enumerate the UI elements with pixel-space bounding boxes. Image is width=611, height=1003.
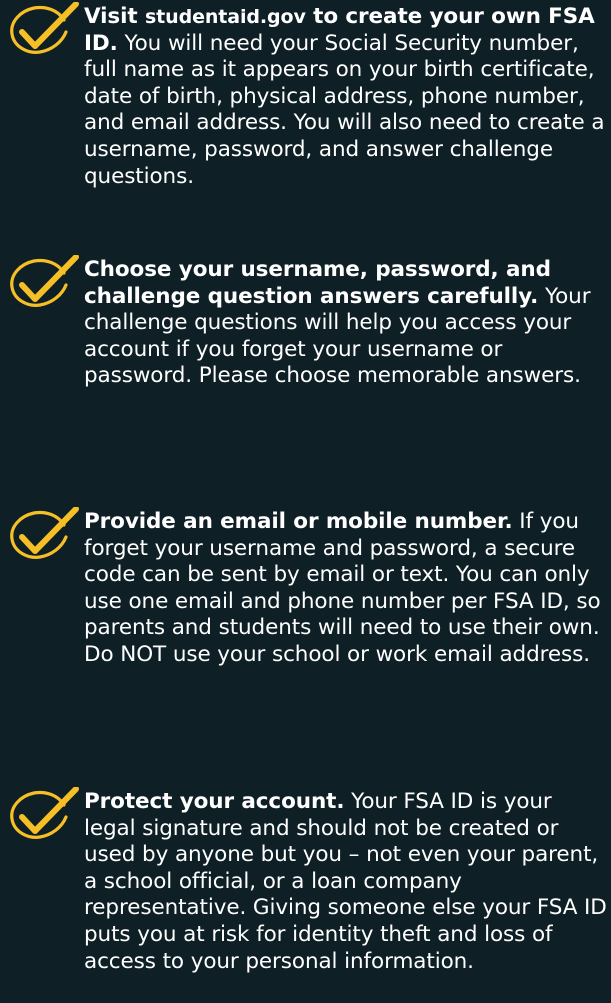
checkmark-icon: [2, 787, 80, 843]
tip-heading: Choose your username, password, and chal…: [84, 257, 551, 309]
tip-text: Choose your username, password, and chal…: [84, 257, 608, 390]
tip-body: Your FSA ID is your legal signature and …: [84, 789, 607, 974]
tip-heading-prefix: Visit: [84, 4, 145, 29]
checkmark-icon: [2, 507, 80, 563]
fsa-id-tips-page: Visit studentaid.gov to create your own …: [0, 0, 611, 1003]
tip-text: Visit studentaid.gov to create your own …: [84, 4, 608, 190]
tip-heading: Provide an email or mobile number.: [84, 509, 513, 534]
tip-text: Provide an email or mobile number. If yo…: [84, 509, 608, 669]
checkmark-icon: [2, 255, 80, 311]
tip-text: Protect your account. Your FSA ID is you…: [84, 789, 608, 975]
checkmark-icon: [2, 2, 80, 58]
tip-heading: Protect your account.: [84, 789, 345, 814]
tip-body: You will need your Social Security numbe…: [84, 30, 605, 189]
studentaid-domain: studentaid.gov: [144, 6, 306, 28]
